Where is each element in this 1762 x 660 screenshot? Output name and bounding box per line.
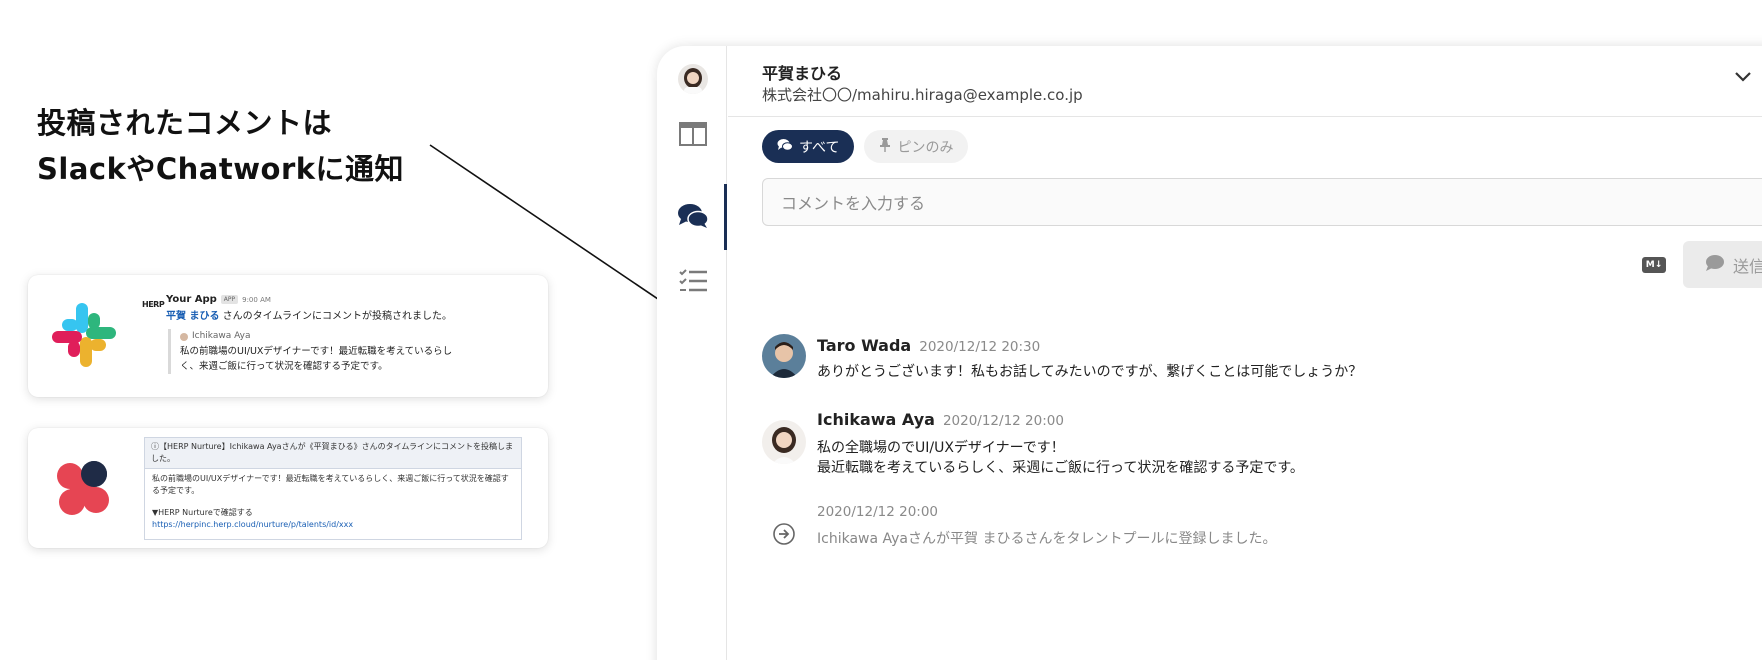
chevron-down-icon[interactable]	[1734, 68, 1752, 87]
side-rail	[657, 46, 727, 660]
tab-pinned[interactable]: ピンのみ	[864, 130, 969, 163]
quote-user: Ichikawa Aya	[192, 331, 251, 341]
tab-all[interactable]: すべて	[762, 130, 855, 163]
layout-icon[interactable]	[677, 119, 709, 149]
comments-icon	[777, 138, 793, 156]
chatwork-body-line-1: 私の前職場のUI/UXデザイナーです！最近転職を考えているらしく、来週ご飯に行っ…	[152, 474, 509, 495]
profile-subtitle: 株式会社〇〇/mahiru.hiraga@example.co.jp	[762, 86, 1083, 104]
quote-line-1: 私の前職場のUI/UXデザイナーです！最近転職を考えているらし	[180, 346, 453, 357]
chat-bubble-icon	[1705, 254, 1725, 276]
system-entry: 2020/12/12 20:00 Ichikawa Ayaさんが平賀 まひるさん…	[762, 504, 1462, 554]
chatwork-logo-icon	[50, 454, 118, 522]
checklist-icon[interactable]	[677, 266, 709, 296]
comment-time: 2020/12/12 20:00	[942, 413, 1064, 429]
slack-message-text: さんのタイムラインにコメントが投稿されました。	[219, 311, 452, 322]
quote-line-2: く、来週ご飯に行って状況を確認する予定です。	[180, 361, 388, 372]
profile-avatar[interactable]	[678, 64, 708, 94]
slack-notification-card: HERP Your App APP 9:00 AM 平賀 まひる さんのタイムラ…	[28, 275, 548, 397]
chatwork-notification-card: ⓘ【HERP Nurture】Ichikawa Ayaさんが《平賀まひる》さんの…	[28, 428, 548, 548]
filter-tabs: すべて ピンのみ	[762, 130, 969, 163]
system-time: 2020/12/12 20:00	[817, 504, 939, 520]
slack-mention-link[interactable]: 平賀 まひる	[166, 311, 219, 322]
timeline-entry: Ichikawa Aya 2020/12/12 20:00 私の全職場のでUI/U…	[762, 410, 1462, 480]
profile-name: 平賀まひる	[762, 64, 843, 83]
avatar[interactable]	[762, 334, 806, 378]
comment-text: ありがとうございます！私もお話してみたいのですが、繋げくことは可能でしょうか？	[817, 364, 1363, 380]
slack-logo-icon	[50, 301, 118, 369]
tab-all-label: すべて	[799, 139, 840, 156]
chatwork-link[interactable]: https://herpinc.herp.cloud/nurture/p/tal…	[152, 519, 514, 531]
comments-nav-icon[interactable]	[677, 201, 709, 231]
markdown-icon[interactable]: M↓	[1642, 257, 1666, 273]
slack-app-name: Your App	[166, 294, 217, 305]
comment-time: 2020/12/12 20:30	[919, 339, 1041, 355]
comment-text-line-2: 最近転職を考えているらしく、采週にご飯に行って状況を確認する予定です。	[817, 460, 1304, 476]
chatwork-title: ⓘ【HERP Nurture】Ichikawa Ayaさんが《平賀まひる》さんの…	[145, 438, 521, 469]
slack-time: 9:00 AM	[242, 295, 271, 304]
tab-pinned-label: ピンのみ	[897, 139, 954, 156]
avatar[interactable]	[762, 420, 806, 464]
comment-author: Taro Wada	[817, 336, 912, 355]
herp-tag: HERP	[142, 300, 165, 309]
slack-quote: Ichikawa Aya 私の前職場のUI/UXデザイナーです！最近転職を考えて…	[168, 329, 536, 374]
profile-header: 平賀まひる 株式会社〇〇/mahiru.hiraga@example.co.jp	[728, 46, 1762, 117]
comment-input[interactable]: コメントを入力する	[762, 178, 1762, 226]
comment-author: Ichikawa Aya	[817, 410, 935, 429]
app-badge: APP	[220, 295, 239, 304]
timeline-entry: Taro Wada 2020/12/12 20:30 ありがとうございます！私もお…	[762, 334, 1462, 396]
chatwork-body-line-2: ▼HERP Nurtureで確認する	[152, 508, 253, 517]
active-nav-indicator	[724, 184, 727, 250]
chatwork-message-box: ⓘ【HERP Nurture】Ichikawa Ayaさんが《平賀まひる》さんの…	[144, 437, 522, 540]
pin-icon	[879, 137, 891, 156]
arrow-circle-right-icon	[772, 522, 796, 546]
main-panel: 平賀まひる 株式会社〇〇/mahiru.hiraga@example.co.jp…	[728, 46, 1762, 660]
comment-text-line-1: 私の全職場のでUI/UXデザイナーです！	[817, 440, 1065, 456]
app-window: 平賀まひる 株式会社〇〇/mahiru.hiraga@example.co.jp…	[657, 46, 1762, 660]
send-label: 送信	[1733, 256, 1762, 276]
slack-message: 平賀 まひる さんのタイムラインにコメントが投稿されました。	[166, 307, 536, 322]
send-button[interactable]: 送信	[1683, 241, 1762, 288]
mini-avatar	[180, 332, 188, 341]
system-text: Ichikawa Ayaさんが平賀 まひるさんをタレントプールに登録しました。	[817, 531, 1277, 547]
